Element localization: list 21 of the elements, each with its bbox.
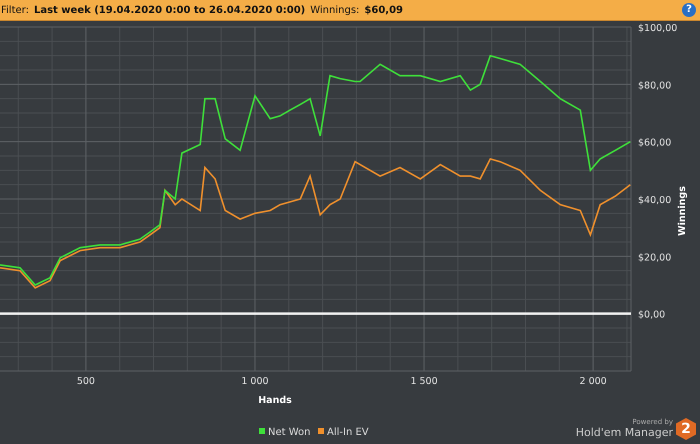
y-tick-label: $0,00 [638, 310, 666, 321]
legend-label: All-In EV [327, 427, 369, 438]
winnings-label: Winnings: [310, 4, 360, 16]
y-tick-label: $100,00 [638, 23, 678, 34]
x-axis-title: Hands [258, 395, 292, 406]
winnings-value: $60,09 [364, 4, 403, 16]
y-tick-label: $40,00 [638, 195, 672, 206]
y-tick-label: $20,00 [638, 252, 672, 264]
x-tick-label: 2 000 [580, 376, 607, 387]
x-tick-label: 500 [76, 376, 95, 387]
y-tick-label: $60,00 [638, 138, 672, 149]
product-name: Hold'em Manager [576, 426, 673, 439]
logo-badge: 2 [676, 418, 696, 440]
y-tick-label: $80,00 [638, 80, 672, 92]
help-button[interactable]: ? [682, 3, 696, 17]
filter-label: Filter: [1, 4, 29, 16]
filter-value: Last week (19.04.2020 0:00 to 26.04.2020 0:00) [34, 4, 306, 16]
y-axis-title: Winnings [677, 186, 688, 236]
legend-label: Net Won [268, 427, 310, 438]
x-tick-label: 1 000 [241, 376, 269, 387]
x-tick-label: 1 500 [410, 376, 438, 387]
